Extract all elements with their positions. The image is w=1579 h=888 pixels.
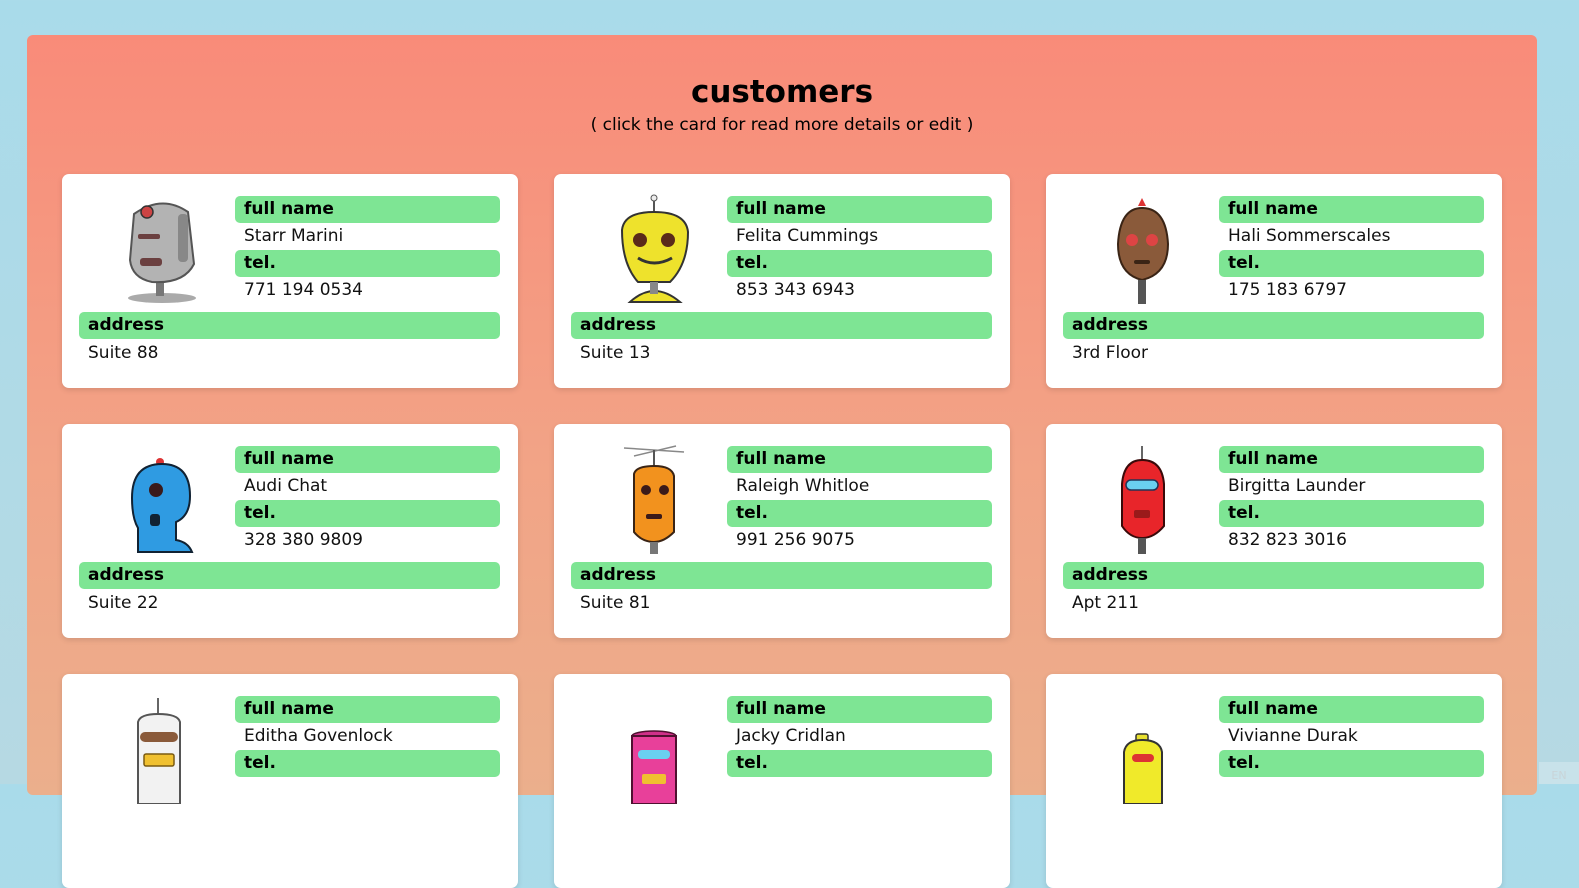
customer-card[interactable]: full name Editha Govenlock tel. (62, 674, 518, 888)
full-name-value: Audi Chat (244, 476, 328, 496)
grey-robot-icon (128, 202, 196, 303)
page-subtitle: ( click the card for read more details o… (590, 115, 974, 135)
pink-robot-icon (631, 730, 677, 804)
customer-card[interactable]: full name Starr Marini tel. 771 194 0534… (62, 174, 518, 388)
page-title: customers (690, 74, 874, 110)
language-badge[interactable]: EN (1539, 762, 1579, 784)
blue-robot-icon (130, 458, 194, 553)
white-robot-icon (137, 698, 181, 804)
tel-label: tel. (727, 500, 992, 527)
full-name-label: full name (235, 696, 500, 723)
customer-card[interactable]: full name Felita Cummings tel. 853 343 6… (554, 174, 1010, 388)
full-name-label: full name (1219, 196, 1484, 223)
tel-label: tel. (1219, 500, 1484, 527)
customer-card[interactable]: full name Jacky Cridlan tel. (554, 674, 1010, 888)
tel-value: 771 194 0534 (244, 280, 363, 300)
customer-card[interactable]: full name Audi Chat tel. 328 380 9809 ad… (62, 424, 518, 638)
full-name-value: Editha Govenlock (244, 726, 393, 746)
red-robot-icon (1121, 446, 1165, 554)
full-name-value: Vivianne Durak (1228, 726, 1358, 746)
tel-label: tel. (235, 500, 500, 527)
tel-value: 853 343 6943 (736, 280, 855, 300)
tel-label: tel. (727, 250, 992, 277)
tel-label: tel. (235, 250, 500, 277)
address-value: Suite 22 (88, 593, 159, 613)
full-name-label: full name (1219, 696, 1484, 723)
tel-label: tel. (1219, 250, 1484, 277)
full-name-value: Birgitta Launder (1228, 476, 1366, 496)
customer-card[interactable]: full name Vivianne Durak tel. (1046, 674, 1502, 888)
address-label: address (79, 312, 500, 339)
full-name-label: full name (235, 196, 500, 223)
address-value: 3rd Floor (1072, 343, 1148, 363)
full-name-label: full name (235, 446, 500, 473)
full-name-value: Starr Marini (244, 226, 344, 246)
customers-panel: customers ( click the card for read more… (27, 35, 1537, 888)
tel-label: tel. (1219, 750, 1484, 777)
customer-card[interactable]: full name Hali Sommerscales tel. 175 183… (1046, 174, 1502, 388)
tel-value: 832 823 3016 (1228, 530, 1347, 550)
address-label: address (571, 312, 992, 339)
full-name-value: Jacky Cridlan (736, 726, 846, 746)
full-name-label: full name (1219, 446, 1484, 473)
tel-value: 175 183 6797 (1228, 280, 1347, 300)
address-value: Apt 211 (1072, 593, 1139, 613)
full-name-value: Felita Cummings (736, 226, 879, 246)
brown-robot-icon (1116, 198, 1170, 304)
address-label: address (79, 562, 500, 589)
full-name-label: full name (727, 196, 992, 223)
full-name-value: Hali Sommerscales (1228, 226, 1391, 246)
tel-value: 328 380 9809 (244, 530, 363, 550)
full-name-label: full name (727, 696, 992, 723)
customer-card[interactable]: full name Raleigh Whitloe tel. 991 256 9… (554, 424, 1010, 638)
customer-card[interactable]: full name Birgitta Launder tel. 832 823 … (1046, 424, 1502, 638)
yellow-robot-icon (620, 194, 690, 303)
address-value: Suite 88 (88, 343, 159, 363)
address-value: Suite 13 (580, 343, 651, 363)
orange-robot-icon (623, 445, 685, 554)
tel-label: tel. (727, 750, 992, 777)
yellow-robot-icon (1123, 733, 1163, 804)
full-name-value: Raleigh Whitloe (736, 476, 870, 496)
full-name-label: full name (727, 446, 992, 473)
tel-label: tel. (235, 750, 500, 777)
tel-value: 991 256 9075 (736, 530, 855, 550)
address-label: address (571, 562, 992, 589)
address-value: Suite 81 (580, 593, 651, 613)
address-label: address (1063, 312, 1484, 339)
address-label: address (1063, 562, 1484, 589)
